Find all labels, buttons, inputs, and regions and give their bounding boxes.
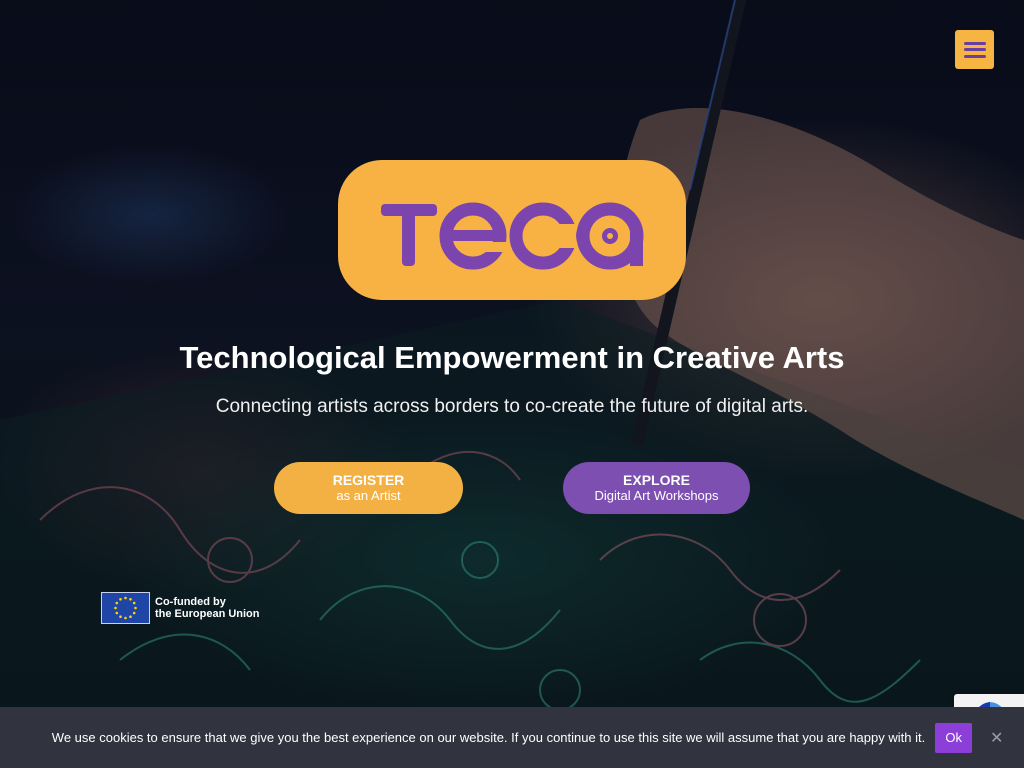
register-label: REGISTER: [332, 472, 405, 488]
cookie-ok-button[interactable]: Ok: [935, 722, 973, 753]
cookie-consent-bar: We use cookies to ensure that we give yo…: [0, 707, 1024, 768]
menu-button[interactable]: [955, 30, 994, 69]
register-sublabel: as an Artist: [336, 488, 401, 503]
close-icon[interactable]: ✕: [990, 728, 1003, 748]
eu-flag-icon: [101, 592, 150, 624]
hero-subline: Connecting artists across borders to co-…: [215, 396, 809, 417]
hero-section: [0, 0, 1024, 768]
teca-logo[interactable]: [338, 160, 686, 300]
explore-label: EXPLORE: [623, 472, 690, 488]
teca-logo-mark: [381, 202, 644, 270]
hamburger-icon: [963, 41, 986, 58]
eu-line-1: Co-funded by: [155, 596, 226, 608]
eu-badge-text: Co-funded by the European Union: [155, 596, 260, 620]
register-artist-button[interactable]: REGISTER as an Artist: [274, 462, 463, 514]
hero-background-image: [0, 0, 1024, 768]
eu-cofunded-badge: Co-funded by the European Union: [101, 592, 260, 624]
explore-workshops-button[interactable]: EXPLORE Digital Art Workshops: [563, 462, 750, 514]
eu-line-2: the European Union: [155, 608, 260, 620]
hero-headline: Technological Empowerment in Creative Ar…: [179, 340, 845, 375]
cookie-message: We use cookies to ensure that we give yo…: [51, 730, 926, 745]
explore-sublabel: Digital Art Workshops: [594, 488, 719, 503]
